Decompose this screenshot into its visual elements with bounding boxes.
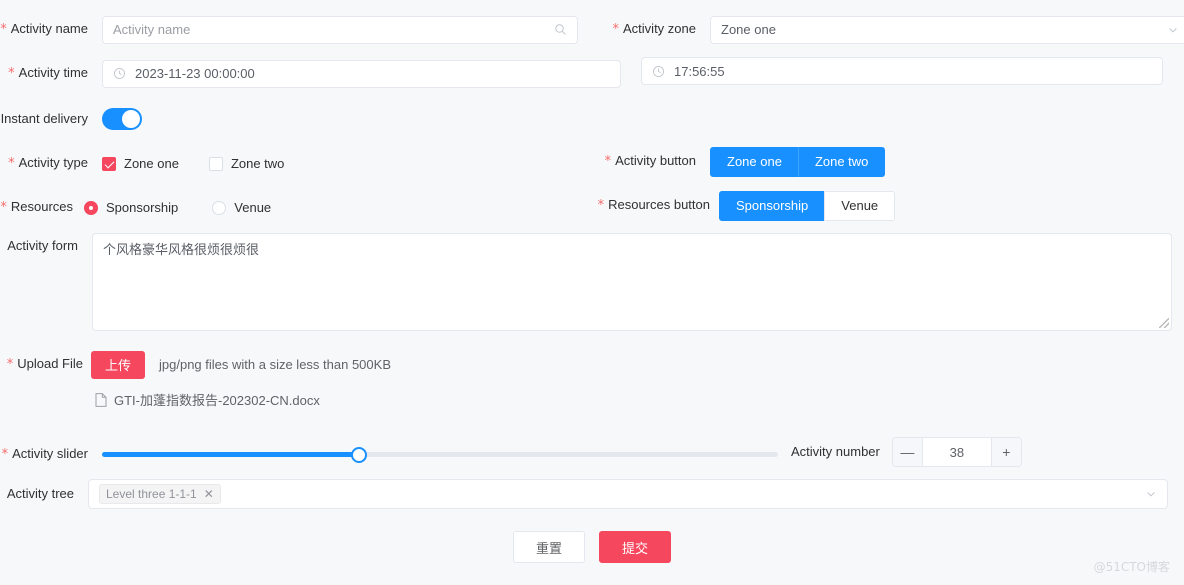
- search-icon[interactable]: [554, 23, 567, 36]
- field-upload-file: * Upload File 上传 jpg/png files with a siz…: [0, 348, 391, 381]
- chevron-down-icon[interactable]: [1145, 488, 1157, 500]
- required-star: *: [8, 66, 15, 81]
- field-activity-number: Activity number — 38 +: [791, 436, 1022, 468]
- checkbox-zone-two[interactable]: Zone two: [208, 156, 285, 171]
- resize-handle-icon[interactable]: [1159, 318, 1169, 328]
- activity-tree-select[interactable]: Level three 1-1-1 ✕: [88, 479, 1168, 509]
- field-resources-button: * Resources button Sponsorship Venue: [590, 189, 896, 222]
- checkbox-zone-one[interactable]: Zone one: [102, 156, 179, 171]
- radio-dot[interactable]: [84, 200, 98, 215]
- activity-tree-tag-label: Level three 1-1-1: [106, 487, 197, 501]
- resources-radio-group: Sponsorship Venue: [84, 200, 271, 215]
- activity-button-zone-one[interactable]: Zone one: [710, 146, 799, 177]
- uploaded-file-item[interactable]: GTI-加蓬指数报告-202302-CN.docx: [95, 390, 320, 409]
- activity-form: * Activity name Activity name * Activity z…: [0, 0, 1184, 585]
- submit-button[interactable]: 提交: [599, 531, 672, 563]
- required-star: *: [604, 154, 612, 169]
- activity-type-label: * Activity type: [8, 155, 88, 171]
- activity-button-label: * Activity button: [604, 153, 696, 169]
- upload-button[interactable]: 上传: [91, 350, 146, 379]
- activity-number-value[interactable]: 38: [923, 445, 991, 460]
- activity-number-label: Activity number: [791, 444, 880, 459]
- required-star: *: [597, 198, 605, 213]
- checkbox-box[interactable]: [208, 156, 223, 171]
- activity-tree-tag[interactable]: Level three 1-1-1 ✕: [99, 484, 221, 504]
- field-activity-name: * Activity name Activity name: [0, 13, 580, 46]
- activity-name-input[interactable]: Activity name: [102, 15, 578, 44]
- clock-icon: [652, 65, 665, 78]
- radio-label: Venue: [234, 200, 272, 215]
- field-resources: * Resources Sponsorship Venue: [0, 191, 271, 224]
- activity-date-input[interactable]: 2023-11-23 00:00:00: [102, 59, 621, 88]
- activity-zone-value: Zone one: [721, 22, 776, 37]
- activity-slider-label: * Activity slider: [1, 446, 88, 462]
- field-activity-slider: * Activity slider: [0, 438, 778, 471]
- activity-tree-label: Activity tree: [6, 486, 74, 501]
- instant-delivery-toggle[interactable]: [102, 108, 142, 130]
- checkbox-label: Zone one: [124, 156, 179, 171]
- radio-venue[interactable]: Venue: [212, 200, 271, 215]
- resources-label: * Resources: [0, 199, 73, 215]
- activity-zone-select[interactable]: Zone one: [710, 15, 1184, 44]
- resources-button-label: * Resources button: [597, 197, 710, 213]
- watermark: @51CTO博客: [1093, 560, 1170, 574]
- activity-button-zone-two[interactable]: Zone two: [797, 146, 886, 177]
- activity-form-value: 个风格豪华风格很烦很烦很: [103, 242, 260, 257]
- required-star: *: [612, 22, 620, 37]
- field-activity-time: * Activity time 2023-11-23 00:00:00: [0, 57, 630, 90]
- checkbox-label: Zone two: [230, 156, 285, 171]
- activity-number-stepper: — 38 +: [891, 437, 1022, 467]
- radio-label: Sponsorship: [106, 200, 179, 215]
- toggle-knob: [122, 110, 140, 128]
- required-star: *: [0, 200, 7, 215]
- activity-time-value: 17:56:55: [674, 63, 725, 79]
- document-icon: [95, 392, 107, 407]
- activity-type-checkbox-group: Zone one Zone two: [102, 156, 284, 171]
- field-activity-zone: * Activity zone Zone one: [590, 13, 1184, 46]
- uploaded-file-list: GTI-加蓬指数报告-202302-CN.docx: [95, 390, 320, 409]
- activity-date-value: 2023-11-23 00:00:00: [135, 66, 255, 81]
- required-star: *: [8, 156, 15, 171]
- resources-button-venue[interactable]: Venue: [824, 190, 896, 221]
- activity-name-label: * Activity name: [0, 21, 88, 37]
- resources-button-sponsorship[interactable]: Sponsorship: [719, 190, 826, 221]
- required-star: *: [6, 357, 14, 372]
- uploaded-file-name: GTI-加蓬指数报告-202302-CN.docx: [114, 393, 320, 408]
- field-activity-form: Activity form 个风格豪华风格很烦很烦很: [0, 233, 1172, 331]
- field-activity-tree: Activity tree Level three 1-1-1 ✕: [0, 478, 1168, 510]
- form-footer: 重置 提交: [0, 531, 1184, 563]
- field-instant-delivery: Instant delivery: [0, 103, 142, 135]
- activity-time-input[interactable]: 17:56:55: [641, 57, 1163, 85]
- activity-time-label: * Activity time: [8, 65, 88, 81]
- field-activity-time-clock: 17:56:55: [641, 57, 1163, 85]
- instant-delivery-label: Instant delivery: [0, 111, 88, 126]
- slider-fill: [102, 452, 359, 457]
- checkbox-box[interactable]: [102, 156, 116, 171]
- decrement-button[interactable]: —: [892, 438, 923, 466]
- required-star: *: [1, 447, 9, 462]
- chevron-down-icon[interactable]: [1167, 24, 1179, 36]
- increment-button[interactable]: +: [990, 438, 1021, 466]
- clock-icon: [113, 67, 126, 80]
- slider-handle[interactable]: [350, 446, 367, 463]
- upload-file-label: * Upload File: [6, 356, 83, 372]
- activity-zone-label: * Activity zone: [612, 21, 696, 37]
- reset-button[interactable]: 重置: [512, 531, 585, 563]
- activity-name-placeholder-text: Activity name: [113, 22, 191, 37]
- activity-form-textarea[interactable]: 个风格豪华风格很烦很烦很: [92, 233, 1172, 331]
- resources-button-group: Sponsorship Venue: [719, 190, 896, 221]
- activity-form-label: Activity form: [7, 238, 78, 253]
- radio-dot[interactable]: [212, 200, 227, 215]
- activity-slider[interactable]: [102, 445, 778, 465]
- radio-sponsorship[interactable]: Sponsorship: [84, 200, 178, 215]
- activity-button-group: Zone one Zone two: [710, 146, 886, 177]
- required-star: *: [0, 22, 7, 37]
- close-icon[interactable]: ✕: [204, 488, 214, 500]
- field-activity-button: * Activity button Zone one Zone two: [590, 145, 886, 178]
- upload-hint-text: jpg/png files with a size less than 500K…: [159, 357, 391, 372]
- field-activity-type: * Activity type Zone one Zone two: [0, 147, 284, 180]
